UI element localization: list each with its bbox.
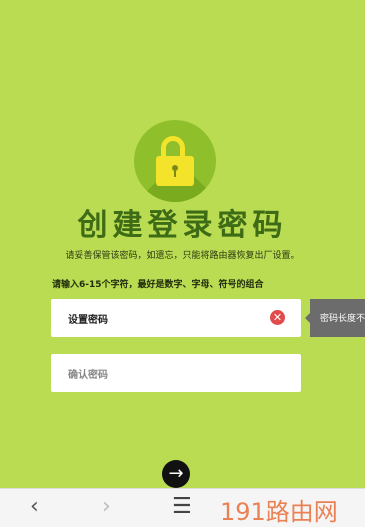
password-field[interactable]: 设置密码 ✕	[51, 299, 301, 337]
next-arrow-button[interactable]: →	[162, 460, 190, 488]
clear-icon[interactable]: ✕	[270, 310, 285, 325]
password-length-tooltip: 密码长度不	[310, 299, 365, 337]
page-subtitle: 请妥善保管该密码，如遗忘，只能将路由器恢复出厂设置。	[65, 251, 300, 261]
page-title: 创建登录密码	[77, 208, 288, 243]
watermark: 191路由网	[220, 498, 338, 526]
confirm-password-field[interactable]: 确认密码	[51, 354, 301, 392]
confirm-password-placeholder: 确认密码	[68, 370, 108, 381]
lock-icon	[134, 120, 216, 202]
lock-keyhole-slot	[174, 169, 176, 177]
password-instruction: 请输入6-15个字符，最好是数字、字母、符号的组合	[52, 280, 264, 290]
password-field-label: 设置密码	[68, 315, 108, 326]
back-arrow-icon[interactable]: ‹	[30, 495, 39, 519]
lock-body	[156, 156, 194, 186]
menu-icon[interactable]: ☰	[172, 495, 192, 519]
forward-arrow-icon[interactable]: ›	[102, 495, 111, 519]
